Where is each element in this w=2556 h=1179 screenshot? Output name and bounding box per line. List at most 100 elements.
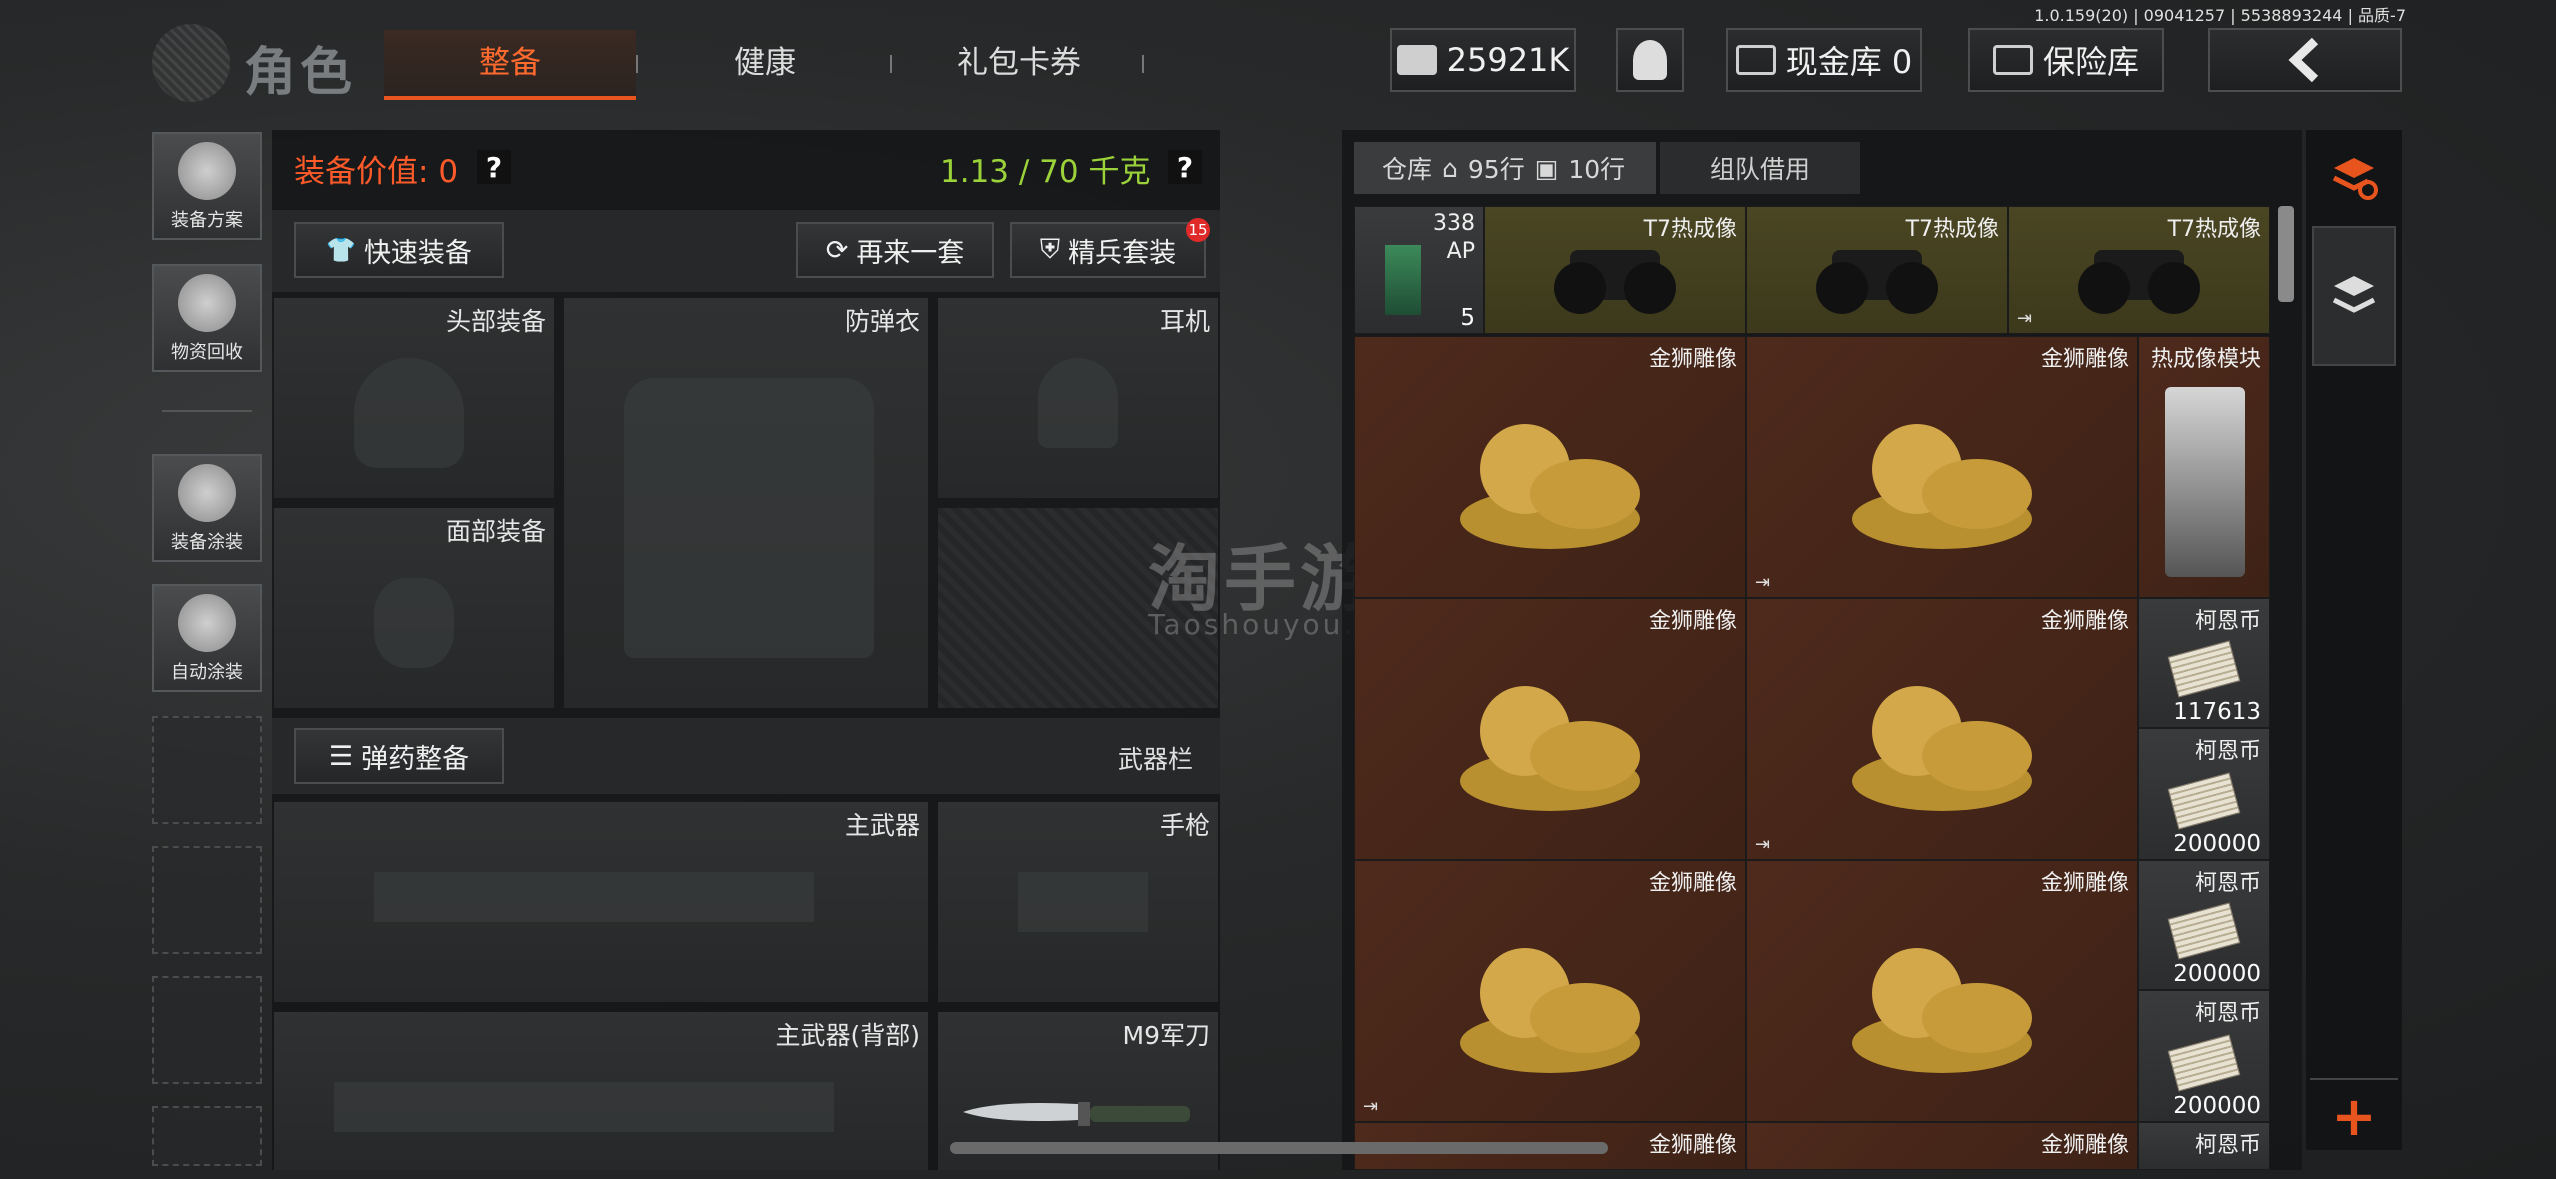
sidebar-item-label: 装备涂装	[171, 532, 243, 553]
warehouse-tab-label: 仓库	[1382, 155, 1433, 184]
item-name: 柯恩币	[2194, 739, 2261, 764]
tab-gift-cards[interactable]: 礼包卡券	[894, 30, 1144, 96]
slot-label: M9军刀	[1122, 1021, 1210, 1050]
layers-refresh-icon	[2332, 158, 2378, 200]
insurance-label: 保险库	[2042, 43, 2139, 81]
slot-label: 头部装备	[445, 307, 546, 336]
horizontal-scrollbar[interactable]	[950, 1142, 1608, 1154]
elite-set-button[interactable]: ⛨ 精兵套装	[1010, 222, 1206, 278]
again-button[interactable]: ⟳ 再来一套	[796, 222, 994, 278]
sidebar-item-auto-skin[interactable]: 自动涂装	[152, 584, 262, 692]
helmet-silhouette-icon	[354, 358, 464, 468]
value-help-icon[interactable]: ?	[477, 150, 511, 184]
inventory-item-thermal-module[interactable]: 热成像模块	[2138, 336, 2270, 598]
ammo-item[interactable]: 338 AP 5	[1354, 206, 1484, 334]
tab-health[interactable]: 健康	[640, 30, 890, 96]
ammo-box-icon	[1385, 245, 1421, 315]
page-title: 角色	[244, 43, 357, 103]
item-name: 柯恩币	[2194, 1001, 2261, 1026]
item-name: 金狮雕像	[1648, 347, 1737, 372]
lion-statue-icon	[1852, 424, 2032, 549]
slot-label: 主武器(背部)	[775, 1021, 920, 1050]
quick-equip-label: 快速装备	[363, 237, 472, 269]
rifle-silhouette-icon	[334, 1082, 834, 1132]
inventory-item-coin[interactable]: 柯恩币 200000	[2138, 860, 2270, 990]
money-icon	[1396, 45, 1437, 75]
slot-head[interactable]: 头部装备	[274, 298, 554, 498]
item-name: 柯恩币	[2194, 871, 2261, 896]
cash-vault-button[interactable]: 现金库 0	[1726, 28, 1922, 92]
item-name: 金狮雕像	[1648, 871, 1737, 896]
recycle-icon	[178, 274, 236, 332]
inventory-item-lion[interactable]: 金狮雕像	[1354, 598, 1746, 860]
sort-button[interactable]	[2312, 136, 2396, 220]
inventory-item-lion[interactable]: 金狮雕像 ⇥	[1746, 598, 2138, 860]
quick-equip-button[interactable]: 👕 快速装备	[294, 222, 504, 278]
equipment-value: 装备价值: 0	[294, 154, 459, 190]
weapon-bar-label: 武器栏	[1118, 745, 1194, 774]
version-text: 1.0.159(20) | 09041257 | 5538893244 | 品质…	[2034, 6, 2406, 25]
headset-silhouette-icon	[1038, 358, 1118, 448]
inventory-item-lion[interactable]: 金狮雕像 ⇥	[1354, 860, 1746, 1122]
exit-marker-icon: ⇥	[1755, 834, 1771, 855]
weight-help-icon[interactable]: ?	[1168, 150, 1202, 184]
slot-face[interactable]: 面部装备	[274, 508, 554, 708]
inventory-item-lion[interactable]: 金狮雕像	[1746, 1122, 2138, 1170]
inventory-item-coin[interactable]: 柯恩币 200000	[2138, 728, 2270, 860]
coin-count: 117613	[2173, 699, 2261, 725]
tab-outfit[interactable]: 整备	[384, 30, 636, 100]
role-emblem-icon	[152, 24, 230, 102]
back-button[interactable]	[2208, 28, 2402, 92]
ammo-label: 弹药整备	[361, 743, 470, 775]
vault-icon	[1735, 45, 1776, 75]
refresh-icon: ⟳	[825, 234, 849, 266]
ammo-prepare-button[interactable]: ☰ 弹药整备	[294, 728, 504, 784]
inventory-item-coin[interactable]: 柯恩币 117613	[2138, 598, 2270, 728]
helmet-icon	[178, 142, 236, 200]
empty-slot	[152, 976, 262, 1084]
tab-warehouse[interactable]: 仓库 ⌂ 95行 ▣ 10行	[1354, 142, 1656, 194]
thermal-module-icon	[2165, 387, 2245, 577]
elite-badge: 15	[1186, 218, 1210, 242]
inventory-item-coin[interactable]: 柯恩币	[2138, 1122, 2270, 1170]
support-button[interactable]	[1616, 28, 1684, 92]
slot-label: 防弹衣	[844, 307, 920, 336]
item-name: 金狮雕像	[2040, 871, 2129, 896]
warehouse-scrollbar[interactable]	[2278, 206, 2294, 302]
mask-silhouette-icon	[374, 578, 454, 668]
inventory-item-thermal[interactable]: T7热成像	[1484, 206, 1746, 334]
slot-primary-back[interactable]: 主武器(背部)	[274, 1012, 928, 1170]
empty-slot	[152, 716, 262, 824]
exit-marker-icon: ⇥	[2017, 308, 2033, 329]
safe-icon	[1992, 45, 2033, 75]
inventory-item-lion[interactable]: 金狮雕像 ⇥	[1746, 336, 2138, 598]
slot-headset[interactable]: 耳机	[938, 298, 1218, 498]
slot-pistol[interactable]: 手枪	[938, 802, 1218, 1002]
rows-home: 95行	[1467, 155, 1525, 184]
sidebar-item-recycle[interactable]: 物资回收	[152, 264, 262, 372]
currency-display[interactable]: 25921K	[1390, 28, 1576, 92]
coin-count: 200000	[2173, 961, 2261, 987]
inventory-item-thermal[interactable]: T7热成像	[1746, 206, 2008, 334]
exit-marker-icon: ⇥	[1363, 1096, 1379, 1117]
add-button[interactable]: +	[2310, 1078, 2398, 1152]
paint-helmet-icon	[178, 464, 236, 522]
sidebar-item-loadout-plan[interactable]: 装备方案	[152, 132, 262, 240]
insurance-vault-button[interactable]: 保险库	[1968, 28, 2164, 92]
chevron-left-icon	[2288, 37, 2319, 83]
ammo-qty: 5	[1460, 305, 1475, 331]
inventory-item-coin[interactable]: 柯恩币 200000	[2138, 990, 2270, 1122]
cash-stack-icon	[2167, 771, 2241, 830]
inventory-item-lion[interactable]: 金狮雕像	[1354, 336, 1746, 598]
cash-stack-icon	[2167, 640, 2241, 698]
inventory-item-thermal[interactable]: T7热成像 ⇥	[2008, 206, 2270, 334]
sidebar-item-skin[interactable]: 装备涂装	[152, 454, 262, 562]
stack-button[interactable]	[2312, 226, 2396, 366]
slot-primary-weapon[interactable]: 主武器	[274, 802, 928, 1002]
coin-count: 200000	[2173, 831, 2261, 857]
lion-statue-icon	[1460, 948, 1640, 1073]
tab-team-borrow[interactable]: 组队借用	[1660, 142, 1860, 194]
slot-armor[interactable]: 防弹衣	[564, 298, 928, 708]
sidebar-divider	[162, 410, 252, 412]
inventory-item-lion[interactable]: 金狮雕像	[1746, 860, 2138, 1122]
